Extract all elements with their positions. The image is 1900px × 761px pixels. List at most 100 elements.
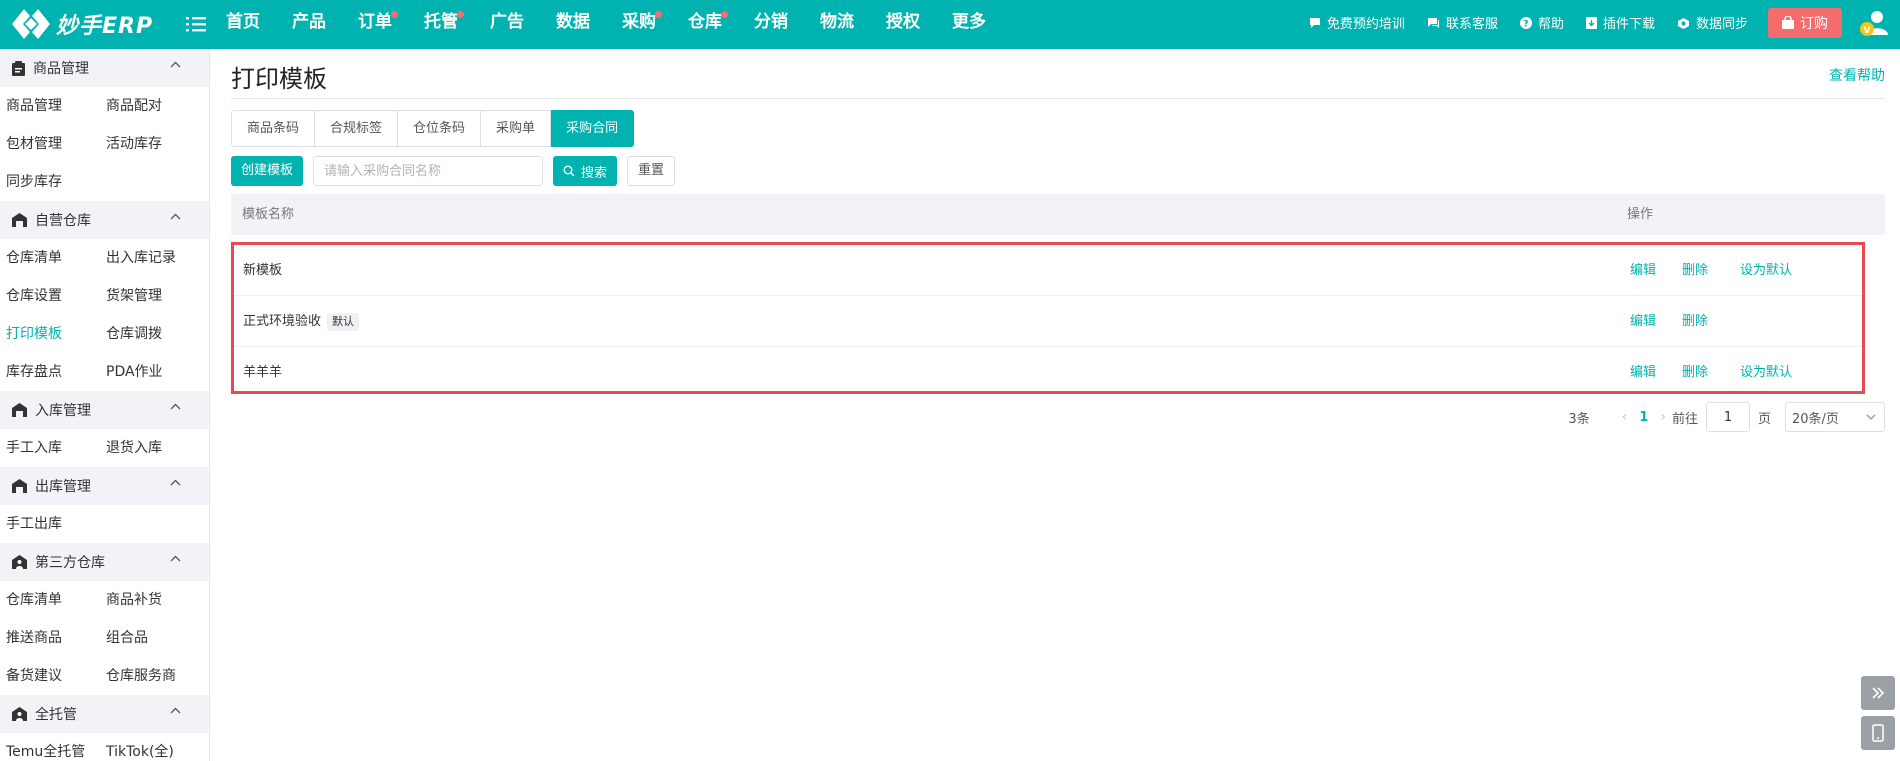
view-help-link[interactable]: 查看帮助 (1829, 65, 1885, 85)
nav-item[interactable]: 物流 (820, 0, 854, 49)
data-sync-link[interactable]: 数据同步 (1677, 13, 1748, 32)
tab[interactable]: 合规标签 (315, 110, 399, 147)
sidebar-link[interactable]: 货架管理 (100, 277, 200, 315)
nav-item[interactable]: 首页 (226, 0, 260, 49)
page-unit-label: 页 (1757, 411, 1771, 427)
sidebar-link[interactable]: 手工入库 (0, 429, 100, 467)
sidebar-link[interactable]: 包材管理 (0, 125, 100, 163)
reset-button[interactable]: 重置 (627, 156, 676, 186)
nav-item[interactable]: 订单 (358, 0, 398, 49)
mobile-app-button[interactable] (1861, 716, 1895, 750)
plugin-download-link[interactable]: 插件下载 (1585, 13, 1655, 32)
message-icon (1427, 17, 1439, 28)
sidebar-group-header[interactable]: 出库管理 (0, 467, 209, 505)
search-input[interactable] (313, 156, 544, 186)
sidebar-link[interactable]: 组合品 (100, 619, 200, 657)
delete-link[interactable]: 删除 (1682, 245, 1708, 296)
sidebar-link[interactable]: 仓库设置 (0, 277, 100, 315)
sidebar-link[interactable]: 仓库清单 (0, 239, 100, 277)
delete-link[interactable]: 删除 (1682, 347, 1708, 398)
tab[interactable]: 采购合同 (551, 110, 635, 147)
sidebar-link[interactable]: Temu全托管 (0, 733, 100, 761)
sidebar-link[interactable]: TikTok(全) (100, 733, 200, 761)
sidebar-link[interactable]: 出入库记录 (100, 239, 200, 277)
default-badge: 默认 (327, 312, 360, 331)
sidebar-link[interactable]: 仓库调拨 (100, 315, 200, 353)
sidebar-group-header[interactable]: 第三方仓库 (0, 543, 209, 581)
sidebar-group-header[interactable]: 自营仓库 (0, 201, 209, 239)
template-name: 新模板 (243, 263, 283, 278)
free-training-label: 免费预约培训 (1326, 17, 1405, 32)
page-size-select[interactable]: 20条/页 (1785, 402, 1885, 432)
sidebar-link[interactable]: 活动库存 (100, 125, 200, 163)
nav-item-label: 数据 (556, 12, 590, 32)
warehouse-icon (12, 403, 27, 417)
create-template-button[interactable]: 创建模板 (231, 156, 304, 186)
nav-item[interactable]: 授权 (886, 0, 920, 49)
sidebar-link[interactable]: 商品补货 (100, 581, 200, 619)
warehouse-person-icon (12, 707, 27, 721)
nav-item[interactable]: 托管 (424, 0, 464, 49)
bag-icon (1782, 16, 1794, 29)
sidebar-group-header[interactable]: 入库管理 (0, 391, 209, 429)
edit-link[interactable]: 编辑 (1630, 245, 1656, 296)
chevron-up-icon (170, 61, 181, 68)
sidebar-group-header[interactable]: 全托管 (0, 695, 209, 733)
prev-page-icon[interactable]: ‹ (1616, 409, 1634, 425)
nav-item[interactable]: 数据 (556, 0, 590, 49)
main-nav: 首页 产品 订单 托管 广告 数据 采购 仓库 分销 物流 授权 更多 (226, 0, 1018, 49)
sidebar-link[interactable]: PDA作业 (100, 353, 200, 391)
nav-item[interactable]: 分销 (754, 0, 788, 49)
sidebar-group-links: 手工入库 退货入库 (0, 429, 209, 467)
nav-item[interactable]: 更多 (952, 0, 986, 49)
set-default-link[interactable]: 设为默认 (1740, 245, 1792, 296)
tab[interactable]: 采购单 (481, 110, 552, 147)
contact-service-link[interactable]: 联系客服 (1427, 13, 1498, 32)
table-row: 正式环境验收 默认 编辑 删除 (234, 296, 1862, 347)
warehouse-person-icon (12, 555, 27, 569)
sidebar-link[interactable]: 备货建议 (0, 657, 100, 695)
menu-toggle-icon[interactable] (186, 13, 206, 35)
page-number[interactable]: 1 (1633, 410, 1654, 425)
edit-link[interactable]: 编辑 (1630, 296, 1656, 347)
user-avatar-icon[interactable]: V (1858, 7, 1890, 39)
nav-item[interactable]: 仓库 (688, 0, 728, 49)
sidebar-link[interactable]: 商品管理 (0, 87, 100, 125)
nav-item-label: 订单 (358, 12, 392, 32)
nav-item[interactable]: 采购 (622, 0, 662, 49)
sidebar-link[interactable]: 打印模板 (0, 315, 100, 353)
clipboard-icon (12, 60, 25, 76)
search-button[interactable]: 搜索 (553, 156, 618, 186)
expand-panel-button[interactable] (1861, 676, 1895, 710)
free-training-link[interactable]: 免费预约培训 (1309, 13, 1405, 32)
help-link[interactable]: ? 帮助 (1519, 13, 1564, 32)
next-page-icon[interactable]: › (1654, 409, 1672, 425)
pagination: 3条 ‹ 1 › 前往 页 20条/页 (1568, 402, 1885, 432)
goto-page-input[interactable] (1705, 402, 1750, 432)
nav-item[interactable]: 产品 (292, 0, 326, 49)
set-default-link[interactable]: 设为默认 (1740, 347, 1792, 398)
sidebar-group-links: 商品管理 商品配对 包材管理 活动库存 同步库存 (0, 87, 209, 201)
subscribe-button[interactable]: 订购 (1768, 7, 1842, 38)
tab[interactable]: 商品条码 (231, 110, 316, 147)
nav-item[interactable]: 广告 (490, 0, 524, 49)
delete-link[interactable]: 删除 (1682, 296, 1708, 347)
sidebar-link[interactable]: 仓库服务商 (100, 657, 200, 695)
edit-link[interactable]: 编辑 (1630, 347, 1656, 398)
pager-total: 3条 (1568, 411, 1590, 427)
sidebar-link[interactable]: 手工出库 (0, 505, 100, 543)
app-logo[interactable]: 妙手ERP (10, 6, 153, 42)
goto-label: 前往 (1671, 411, 1698, 427)
tab[interactable]: 仓位条码 (398, 110, 482, 147)
nav-item-label: 托管 (424, 12, 458, 32)
sidebar-link[interactable]: 同步库存 (0, 163, 100, 201)
sidebar-group-title: 出库管理 (35, 479, 91, 495)
svg-text:?: ? (1523, 19, 1528, 29)
sidebar-link[interactable]: 退货入库 (100, 429, 200, 467)
sidebar-link[interactable]: 库存盘点 (0, 353, 100, 391)
sidebar-link[interactable]: 商品配对 (100, 87, 200, 125)
nav-item-label: 更多 (952, 12, 986, 32)
sidebar-link[interactable]: 仓库清单 (0, 581, 100, 619)
sidebar-group-header[interactable]: 商品管理 (0, 49, 209, 87)
sidebar-link[interactable]: 推送商品 (0, 619, 100, 657)
